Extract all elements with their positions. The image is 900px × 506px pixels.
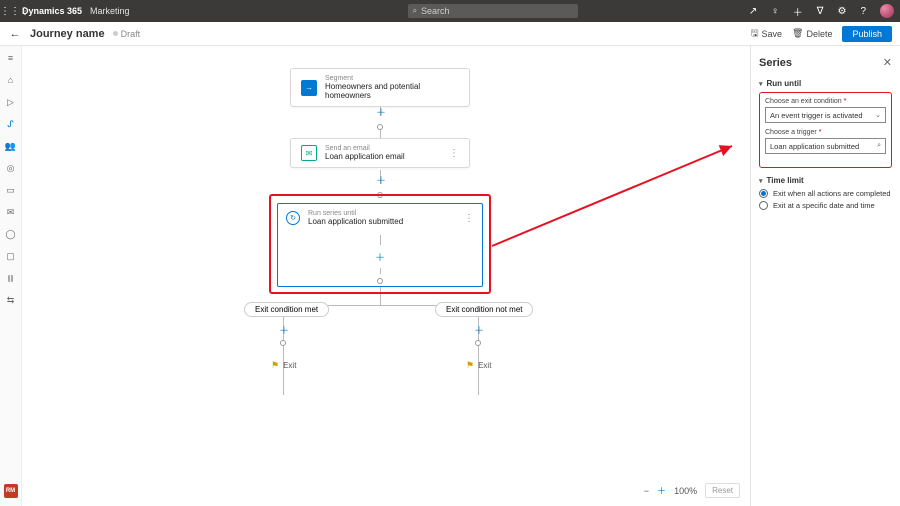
- bulb-icon[interactable]: ♀: [771, 6, 779, 17]
- trigger-lookup[interactable]: Loan application submitted ⌕: [765, 138, 886, 154]
- page-title: Journey name: [30, 28, 105, 40]
- search-placeholder: Search: [421, 6, 450, 16]
- left-nav: ≡ ⌂ ▷ ᔑ 👥 ◎ ▭ ✉ ◯ ▢ ⫾⫾ ⇆ RM: [0, 46, 22, 506]
- chevron-down-icon: ▾: [759, 80, 763, 88]
- help-icon[interactable]: ?: [860, 6, 866, 17]
- connector-dot: [280, 340, 286, 346]
- condition-met-pill[interactable]: Exit condition met: [244, 302, 329, 317]
- save-button[interactable]: 🖫Save: [751, 26, 782, 42]
- add-step-icon[interactable]: ＋: [474, 322, 484, 337]
- global-search[interactable]: ⌕ Search: [408, 4, 578, 18]
- close-icon[interactable]: ✕: [883, 56, 892, 69]
- user-avatar[interactable]: [880, 4, 894, 18]
- panel-title: Series: [759, 57, 792, 69]
- section-time-limit[interactable]: ▾ Time limit: [759, 176, 892, 185]
- chevron-down-icon: ⌄: [875, 111, 881, 119]
- top-nav-bar: ⋮⋮⋮ Dynamics 365 Marketing ⌕ Search ↗ ♀ …: [0, 0, 900, 22]
- app-launcher-icon[interactable]: ⋮⋮⋮: [0, 6, 22, 17]
- status-badge: Draft: [113, 29, 141, 39]
- node-title: Loan application submitted: [308, 217, 403, 226]
- radio-exit-all-actions[interactable]: Exit when all actions are completed: [759, 189, 892, 198]
- node-title: Homeowners and potential homeowners: [325, 82, 459, 100]
- filter-icon[interactable]: ∇: [817, 6, 824, 17]
- brand-name: Dynamics 365: [22, 6, 82, 16]
- nav-play-icon[interactable]: ▷: [5, 96, 17, 108]
- back-button[interactable]: ←: [8, 28, 22, 40]
- node-more-icon[interactable]: ⋮: [439, 148, 459, 159]
- series-node[interactable]: ↻ Run series until Loan application subm…: [277, 203, 483, 287]
- connector-dot: [475, 340, 481, 346]
- segment-node[interactable]: → Segment Homeowners and potential homeo…: [290, 68, 470, 107]
- exit-node-right[interactable]: ⚑Exit: [466, 360, 491, 371]
- radio-icon: [759, 189, 768, 198]
- node-type-label: Send an email: [325, 145, 405, 152]
- command-bar: ← Journey name Draft 🖫Save 🗑Delete Publi…: [0, 22, 900, 46]
- nav-mail-icon[interactable]: ✉: [5, 206, 17, 218]
- connector-dot: [377, 278, 383, 284]
- series-icon: ↻: [286, 211, 300, 225]
- flag-icon: ⚑: [466, 360, 474, 371]
- topbar-right-icons: ↗ ♀ ＋ ∇ ⚙ ?: [749, 4, 900, 19]
- nav-settings-icon[interactable]: ⇆: [5, 294, 17, 306]
- node-title: Loan application email: [325, 152, 405, 161]
- zoom-in-button[interactable]: ＋: [657, 484, 666, 497]
- node-type-label: Run series until: [308, 210, 403, 217]
- zoom-out-button[interactable]: −: [644, 486, 649, 496]
- annotation-highlight-right: Choose an exit condition An event trigge…: [759, 92, 892, 168]
- nav-journey-icon[interactable]: ᔑ: [5, 118, 17, 130]
- add-step-icon[interactable]: ＋: [376, 172, 386, 187]
- save-icon: 🖫: [751, 26, 759, 42]
- zoom-level: 100%: [674, 486, 697, 496]
- plus-icon[interactable]: ＋: [793, 4, 803, 19]
- radio-exit-specific-date[interactable]: Exit at a specific date and time: [759, 201, 892, 210]
- nav-chart-icon[interactable]: ⫾⫾: [5, 272, 17, 284]
- delete-icon: 🗑: [792, 28, 803, 39]
- publish-button[interactable]: Publish: [842, 26, 892, 42]
- node-more-icon[interactable]: ⋮: [464, 213, 474, 224]
- settings-icon[interactable]: ⚙: [837, 6, 846, 17]
- flag-icon: ⚑: [271, 360, 279, 371]
- condition-notmet-pill[interactable]: Exit condition not met: [435, 302, 533, 317]
- email-icon: ✉: [301, 145, 317, 161]
- nav-target-icon[interactable]: ◎: [5, 162, 17, 174]
- journey-canvas[interactable]: ＋ ＋ → Segment Homeowners and potential h…: [22, 46, 750, 506]
- add-step-icon[interactable]: ＋: [279, 322, 289, 337]
- segment-icon: →: [301, 80, 317, 96]
- section-run-until[interactable]: ▾ Run until: [759, 79, 892, 88]
- zoom-reset-button[interactable]: Reset: [705, 483, 740, 498]
- exit-condition-label: Choose an exit condition: [765, 98, 886, 105]
- share-icon[interactable]: ↗: [749, 6, 757, 17]
- node-type-label: Segment: [325, 75, 459, 82]
- nav-sms-icon[interactable]: ◯: [5, 228, 17, 240]
- area-name: Marketing: [90, 6, 130, 16]
- nav-home-icon[interactable]: ⌂: [5, 74, 17, 86]
- search-icon: ⌕: [413, 6, 417, 16]
- nav-push-icon[interactable]: ▢: [5, 250, 17, 262]
- exit-condition-select[interactable]: An event trigger is activated ⌄: [765, 107, 886, 123]
- properties-panel: Series ✕ ▾ Run until Choose an exit cond…: [750, 46, 900, 506]
- chevron-down-icon: ▾: [759, 177, 763, 185]
- area-switcher[interactable]: RM: [4, 484, 18, 498]
- nav-people-icon[interactable]: 👥: [5, 140, 17, 152]
- canvas-zoom-controls: − ＋ 100% Reset: [644, 483, 740, 498]
- search-icon: ⌕: [877, 142, 881, 150]
- exit-node-left[interactable]: ⚑Exit: [271, 360, 296, 371]
- nav-menu-icon[interactable]: ≡: [5, 52, 17, 64]
- add-step-icon[interactable]: ＋: [375, 249, 385, 264]
- nav-card-icon[interactable]: ▭: [5, 184, 17, 196]
- radio-icon: [759, 201, 768, 210]
- delete-button[interactable]: 🗑Delete: [792, 28, 832, 39]
- trigger-label: Choose a trigger: [765, 129, 886, 136]
- email-node[interactable]: ✉ Send an email Loan application email ⋮: [290, 138, 470, 168]
